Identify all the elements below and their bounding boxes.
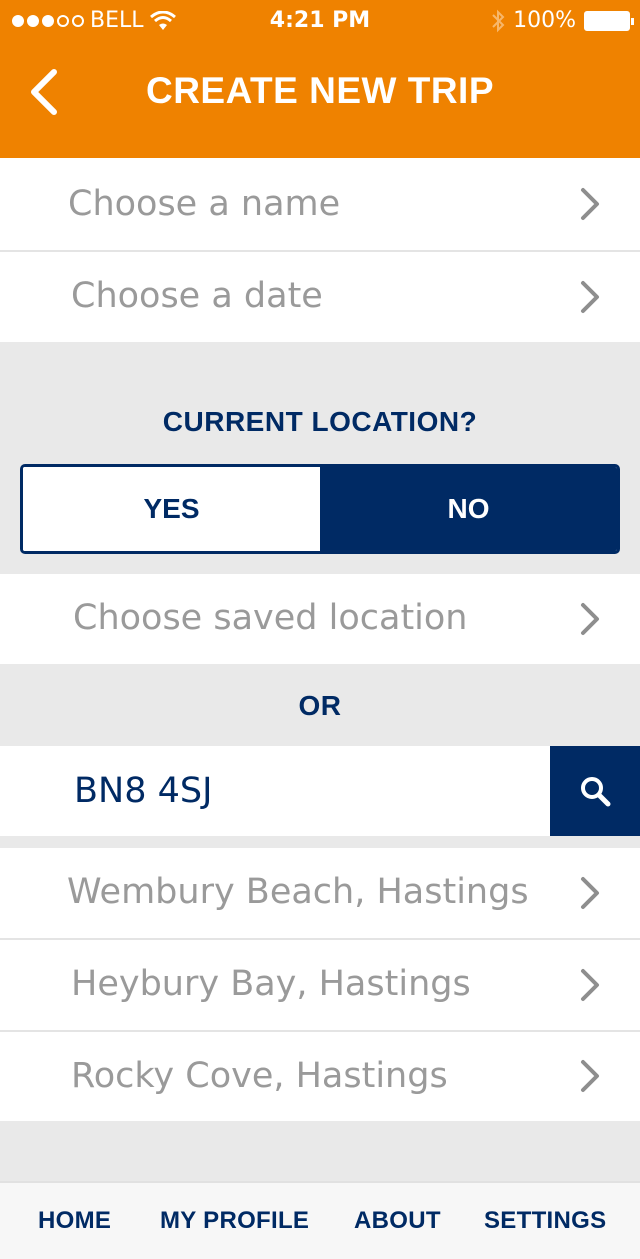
tab-home[interactable]: HOME: [38, 1207, 111, 1235]
chevron-right-icon: [581, 877, 599, 909]
tab-my-profile[interactable]: MY PROFILE: [160, 1207, 309, 1235]
bluetooth-icon: [492, 9, 505, 32]
toggle-yes-button[interactable]: YES: [23, 467, 320, 551]
bottom-tab-bar: HOME MY PROFILE ABOUT SETTINGS: [0, 1181, 640, 1259]
page-title: CREATE NEW TRIP: [145, 70, 495, 111]
saved-location-row[interactable]: Choose saved location: [0, 574, 640, 664]
result-label: Wembury Beach, Hastings: [67, 872, 529, 912]
chevron-right-icon: [581, 1060, 599, 1092]
toggle-no-button[interactable]: NO: [320, 467, 617, 551]
chevron-right-icon: [581, 969, 599, 1001]
current-location-toggle: YES NO: [20, 464, 620, 554]
choose-name-row[interactable]: Choose a name: [0, 158, 640, 250]
result-row[interactable]: Rocky Cove, Hastings: [0, 1032, 640, 1121]
search-button[interactable]: [550, 746, 640, 836]
choose-date-label: Choose a date: [71, 276, 323, 316]
search-icon: [581, 777, 611, 807]
result-label: Rocky Cove, Hastings: [71, 1056, 448, 1096]
result-row[interactable]: Heybury Bay, Hastings: [0, 940, 640, 1030]
status-bar: BELL 4:21 PM 100%: [0, 0, 640, 40]
chevron-right-icon: [581, 188, 599, 220]
choose-date-row[interactable]: Choose a date: [0, 252, 640, 342]
result-label: Heybury Bay, Hastings: [71, 964, 471, 1004]
chevron-right-icon: [581, 281, 599, 313]
status-right: 100%: [491, 8, 634, 33]
current-location-prompt: CURRENT LOCATION?: [162, 406, 478, 437]
postcode-search-input[interactable]: [0, 746, 550, 836]
tab-settings[interactable]: SETTINGS: [484, 1207, 606, 1235]
battery-icon: [584, 10, 634, 31]
chevron-right-icon: [581, 603, 599, 635]
result-row[interactable]: Wembury Beach, Hastings: [0, 848, 640, 938]
tab-about[interactable]: ABOUT: [354, 1207, 441, 1235]
or-separator: OR: [298, 690, 342, 721]
choose-name-label: Choose a name: [68, 184, 341, 224]
battery-percent: 100%: [513, 8, 576, 33]
nav-header: CREATE NEW TRIP: [0, 40, 640, 158]
saved-location-label: Choose saved location: [73, 598, 468, 638]
